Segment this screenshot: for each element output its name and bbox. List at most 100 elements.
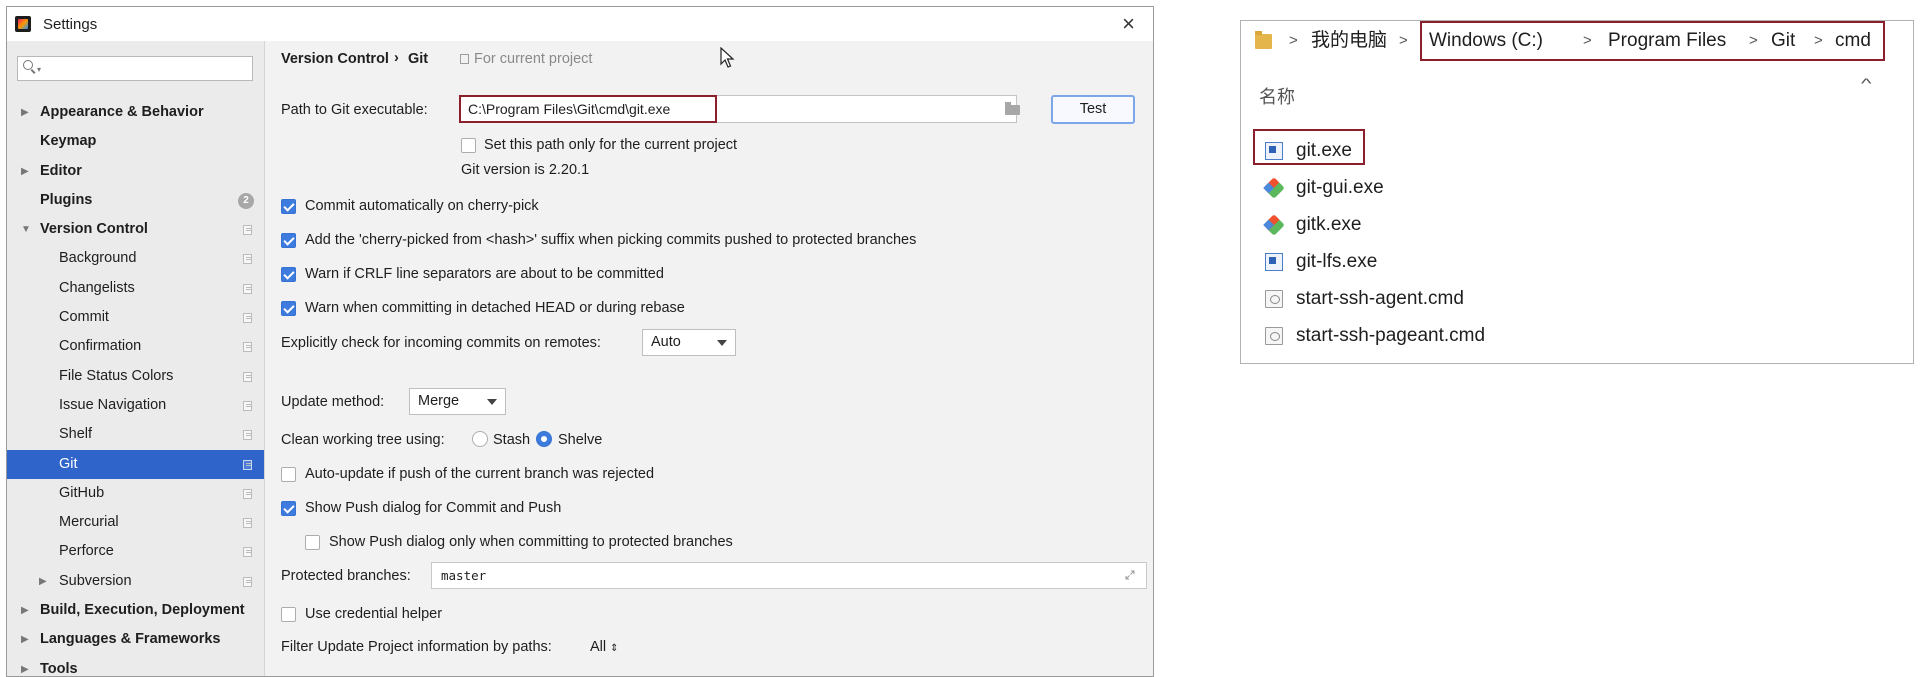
expand-right-icon[interactable]: ▶ bbox=[21, 157, 29, 186]
cmd-file-icon bbox=[1265, 327, 1283, 345]
sidebar-item-mercurial[interactable]: Mercurial bbox=[7, 508, 264, 537]
expand-right-icon[interactable]: ▶ bbox=[21, 625, 29, 654]
search-icon bbox=[23, 60, 33, 70]
shelve-label: Shelve bbox=[558, 432, 603, 448]
browse-folder-icon[interactable] bbox=[1005, 102, 1020, 115]
window-title: Settings bbox=[43, 16, 98, 33]
app-icon bbox=[1265, 253, 1283, 271]
protected-branches-input[interactable] bbox=[431, 562, 1147, 589]
project-scope-icon bbox=[243, 400, 252, 411]
sidebar-item-tools[interactable]: ▶ Tools bbox=[7, 655, 264, 677]
show-push-protected-checkbox[interactable] bbox=[305, 535, 320, 550]
file-name: start-ssh-pageant.cmd bbox=[1296, 325, 1486, 346]
set-path-only-checkbox[interactable] bbox=[461, 138, 476, 153]
clean-tree-label: Clean working tree using: bbox=[281, 432, 445, 448]
warn-crlf-checkbox[interactable] bbox=[281, 267, 296, 282]
settings-sidebar: ▾ ▶ Appearance & Behavior Keymap ▶ Editor Plu… bbox=[7, 41, 265, 676]
settings-tree: ▶ Appearance & Behavior Keymap ▶ Editor Plugi… bbox=[7, 98, 264, 677]
intellij-app-icon bbox=[15, 16, 31, 32]
file-name: start-ssh-agent.cmd bbox=[1296, 288, 1464, 309]
expand-right-icon[interactable]: ▶ bbox=[21, 98, 29, 127]
filter-paths-select[interactable]: All ⇕ bbox=[590, 639, 619, 655]
address-highlight-box bbox=[1420, 21, 1885, 61]
sidebar-item-git[interactable]: Git bbox=[7, 449, 264, 479]
sidebar-item-changelists[interactable]: Changelists bbox=[7, 274, 264, 303]
close-icon[interactable]: × bbox=[1122, 11, 1135, 37]
crumb-my-computer[interactable]: 我的电脑 bbox=[1311, 21, 1387, 61]
project-scope-icon bbox=[243, 254, 252, 265]
cherry-picked-suffix-checkbox[interactable] bbox=[281, 233, 296, 248]
project-scope-icon bbox=[243, 547, 252, 558]
sidebar-item-label: Perforce bbox=[59, 543, 114, 560]
commit-cherry-pick-checkbox[interactable] bbox=[281, 199, 296, 214]
chevron-right-icon: > bbox=[1399, 32, 1408, 49]
chevron-right-icon: > bbox=[1289, 32, 1298, 49]
sidebar-item-version-control[interactable]: ▼ Version Control bbox=[7, 215, 264, 244]
update-method-value: Merge bbox=[418, 393, 460, 409]
sidebar-item-appearance-behavior[interactable]: ▶ Appearance & Behavior bbox=[7, 98, 264, 127]
sidebar-item-label: Languages & Frameworks bbox=[40, 631, 221, 648]
update-method-select[interactable]: Merge bbox=[409, 388, 506, 415]
sidebar-item-perforce[interactable]: Perforce bbox=[7, 537, 264, 566]
sidebar-item-label: Build, Execution, Deployment bbox=[40, 602, 245, 619]
incoming-check-value: Auto bbox=[651, 334, 681, 350]
project-scope-icon bbox=[243, 342, 252, 353]
address-bar: > 我的电脑 > Windows (C:) > Program Files > … bbox=[1241, 21, 1913, 78]
sidebar-item-label: Keymap bbox=[40, 133, 97, 150]
path-label: Path to Git executable: bbox=[281, 102, 428, 118]
settings-search-input[interactable]: ▾ bbox=[17, 56, 253, 81]
sidebar-item-background[interactable]: Background bbox=[7, 244, 264, 273]
chevron-down-icon bbox=[487, 399, 497, 405]
mouse-cursor bbox=[720, 46, 736, 73]
sidebar-item-keymap[interactable]: Keymap bbox=[7, 127, 264, 156]
expand-right-icon[interactable]: ▶ bbox=[39, 567, 47, 596]
breadcrumb-current: Git bbox=[408, 51, 429, 67]
sidebar-item-plugins[interactable]: Plugins 2 bbox=[7, 186, 264, 215]
search-dropdown-icon: ▾ bbox=[37, 65, 42, 74]
sidebar-item-languages-frameworks[interactable]: ▶ Languages & Frameworks bbox=[7, 625, 264, 654]
warn-detached-label: Warn when committing in detached HEAD or… bbox=[305, 300, 685, 316]
sidebar-item-confirmation[interactable]: Confirmation bbox=[7, 332, 264, 361]
credential-helper-checkbox[interactable] bbox=[281, 607, 296, 622]
path-highlight-box bbox=[459, 95, 717, 123]
incoming-label: Explicitly check for incoming commits on… bbox=[281, 335, 601, 351]
name-column-header[interactable]: 名称 bbox=[1259, 83, 1295, 109]
warn-detached-checkbox[interactable] bbox=[281, 301, 296, 316]
shelve-radio[interactable] bbox=[536, 431, 552, 447]
stash-radio[interactable] bbox=[472, 431, 488, 447]
sidebar-item-file-status-colors[interactable]: File Status Colors bbox=[7, 362, 264, 391]
updown-icon: ⇕ bbox=[610, 643, 619, 654]
sidebar-item-subversion[interactable]: ▶ Subversion bbox=[7, 567, 264, 596]
show-push-label: Show Push dialog for Commit and Push bbox=[305, 500, 562, 516]
sidebar-item-label: Plugins bbox=[40, 191, 93, 208]
sidebar-item-build-execution-deployment[interactable]: ▶ Build, Execution, Deployment bbox=[7, 596, 264, 625]
cherry-picked-suffix-label: Add the 'cherry-picked from <hash>' suff… bbox=[305, 232, 917, 248]
sidebar-item-label: Subversion bbox=[59, 572, 132, 589]
sort-chevron-up-icon: ^ bbox=[1861, 75, 1872, 91]
breadcrumb-separator: › bbox=[394, 50, 399, 66]
test-button[interactable]: Test bbox=[1051, 95, 1135, 124]
auto-update-checkbox[interactable] bbox=[281, 467, 296, 482]
incoming-check-select[interactable]: Auto bbox=[642, 329, 736, 356]
expand-right-icon[interactable]: ▶ bbox=[21, 655, 29, 676]
file-explorer: > 我的电脑 > Windows (C:) > Program Files > … bbox=[1240, 20, 1914, 364]
project-scope-icon bbox=[243, 518, 252, 529]
project-scope-icon bbox=[243, 430, 252, 441]
show-push-checkbox[interactable] bbox=[281, 501, 296, 516]
sidebar-item-editor[interactable]: ▶ Editor bbox=[7, 157, 264, 186]
sidebar-item-label: Commit bbox=[59, 309, 109, 326]
sidebar-item-shelf[interactable]: Shelf bbox=[7, 420, 264, 449]
sidebar-item-label: Tools bbox=[40, 660, 78, 677]
expand-icon[interactable] bbox=[1125, 570, 1135, 580]
credential-helper-label: Use credential helper bbox=[305, 606, 443, 622]
expand-right-icon[interactable]: ▶ bbox=[21, 596, 29, 625]
filter-paths-value: All bbox=[590, 639, 607, 655]
show-push-protected-label: Show Push dialog only when committing to… bbox=[329, 534, 733, 550]
sidebar-item-github[interactable]: GitHub bbox=[7, 479, 264, 508]
sidebar-item-commit[interactable]: Commit bbox=[7, 303, 264, 332]
sidebar-item-issue-navigation[interactable]: Issue Navigation bbox=[7, 391, 264, 420]
sidebar-item-label: Changelists bbox=[59, 279, 135, 296]
breadcrumb-parent[interactable]: Version Control bbox=[281, 51, 389, 67]
warn-crlf-label: Warn if CRLF line separators are about t… bbox=[305, 266, 664, 282]
expand-down-icon[interactable]: ▼ bbox=[21, 215, 31, 244]
